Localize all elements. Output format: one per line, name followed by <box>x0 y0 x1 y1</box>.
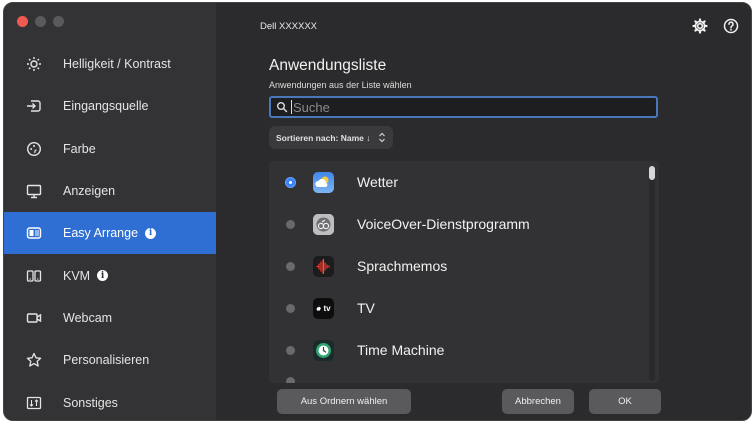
main-panel: Dell XXXXXX Anwendungsliste Anwendungen … <box>216 3 751 420</box>
radio-button[interactable] <box>286 377 295 383</box>
sidebar-item-misc[interactable]: Sonstiges <box>4 381 216 420</box>
easy-arrange-icon <box>24 223 44 243</box>
webcam-icon <box>24 308 44 328</box>
sidebar: Helligkeit / Kontrast Eingangsquelle Far… <box>4 3 216 420</box>
input-source-icon <box>24 96 44 116</box>
time-machine-icon <box>313 339 334 361</box>
apple-tv-icon: tv <box>313 297 334 319</box>
sidebar-item-personalize[interactable]: Personalisieren <box>4 339 216 381</box>
display-icon <box>24 181 44 201</box>
settings-gear-icon[interactable] <box>691 17 708 34</box>
app-name: TV <box>357 300 375 316</box>
radio-button[interactable] <box>286 219 295 229</box>
sidebar-item-display[interactable]: Anzeigen <box>4 170 216 212</box>
sidebar-item-kvm[interactable]: KVM i <box>4 254 216 296</box>
device-name: Dell XXXXXX <box>260 21 318 32</box>
sidebar-item-label: Anzeigen <box>63 184 116 199</box>
zoom-window-button[interactable] <box>53 16 64 27</box>
app-window: Helligkeit / Kontrast Eingangsquelle Far… <box>3 2 752 421</box>
text-cursor <box>291 100 292 114</box>
app-name: Wetter <box>357 174 398 190</box>
sidebar-item-label: Easy Arrange <box>63 226 139 241</box>
header-icons <box>691 17 739 34</box>
info-icon[interactable]: i <box>145 227 157 239</box>
minimize-window-button[interactable] <box>35 16 46 27</box>
sidebar-item-easy-arrange[interactable]: Easy Arrange i <box>4 212 216 255</box>
window-controls <box>17 16 64 27</box>
sidebar-item-label: Webcam <box>63 310 113 325</box>
sidebar-item-brightness-contrast[interactable]: Helligkeit / Kontrast <box>4 43 216 85</box>
info-icon[interactable]: i <box>97 270 109 282</box>
sort-label: Sortieren nach: Name ↓ <box>276 132 371 143</box>
cancel-button[interactable]: Abbrechen <box>502 389 574 414</box>
list-item[interactable]: Sprachmemos <box>269 245 647 287</box>
list-item[interactable]: Wetter <box>269 161 647 203</box>
search-icon <box>277 102 288 113</box>
search-field[interactable] <box>269 96 658 118</box>
sidebar-item-color[interactable]: Farbe <box>4 128 216 170</box>
brightness-icon <box>24 54 44 74</box>
list-item[interactable]: Time Machine <box>269 329 647 371</box>
misc-icon <box>24 393 44 413</box>
page-title: Anwendungsliste <box>269 57 387 74</box>
close-window-button[interactable] <box>17 16 28 27</box>
sidebar-item-label: Eingangsquelle <box>63 99 149 114</box>
list-scrollbar[interactable] <box>649 166 655 381</box>
radio-button[interactable] <box>286 303 295 313</box>
sidebar-item-label: KVM <box>63 268 91 283</box>
list-item[interactable]: tv TV <box>269 287 647 329</box>
search-input[interactable] <box>293 99 633 115</box>
kvm-icon <box>24 266 44 286</box>
application-list: Wetter VoiceOver-Dienstprogramm Sprachme… <box>269 161 659 383</box>
help-icon[interactable] <box>722 17 739 34</box>
list-item-partial <box>269 372 647 383</box>
app-name: VoiceOver-Dienstprogramm <box>357 216 530 232</box>
sidebar-item-webcam[interactable]: Webcam <box>4 297 216 339</box>
sidebar-item-label: Sonstiges <box>63 395 118 410</box>
radio-button[interactable] <box>286 261 295 271</box>
weather-icon <box>313 171 334 193</box>
sort-dropdown[interactable]: Sortieren nach: Name ↓ <box>269 126 393 149</box>
tv-logo-text: tv <box>323 303 331 313</box>
sidebar-item-input-source[interactable]: Eingangsquelle <box>4 85 216 127</box>
star-icon <box>24 350 44 370</box>
ok-button[interactable]: OK <box>589 389 661 414</box>
chevron-up-down-icon <box>379 132 385 143</box>
sidebar-item-label: Personalisieren <box>63 353 150 368</box>
page-subtitle: Anwendungen aus der Liste wählen <box>269 80 412 90</box>
sidebar-item-label: Helligkeit / Kontrast <box>63 57 171 72</box>
app-name: Sprachmemos <box>357 258 448 274</box>
sidebar-nav: Helligkeit / Kontrast Eingangsquelle Far… <box>4 43 216 420</box>
voice-memos-icon <box>313 255 334 277</box>
app-name: Time Machine <box>357 342 445 358</box>
color-palette-icon <box>24 139 44 159</box>
scrollbar-thumb[interactable] <box>649 166 655 180</box>
choose-from-folders-button[interactable]: Aus Ordnern wählen <box>277 389 411 414</box>
voiceover-utility-icon <box>313 213 334 235</box>
sidebar-item-label: Farbe <box>63 141 96 156</box>
list-item[interactable]: VoiceOver-Dienstprogramm <box>269 203 647 245</box>
radio-button-selected[interactable] <box>286 177 295 187</box>
radio-button[interactable] <box>286 345 295 355</box>
